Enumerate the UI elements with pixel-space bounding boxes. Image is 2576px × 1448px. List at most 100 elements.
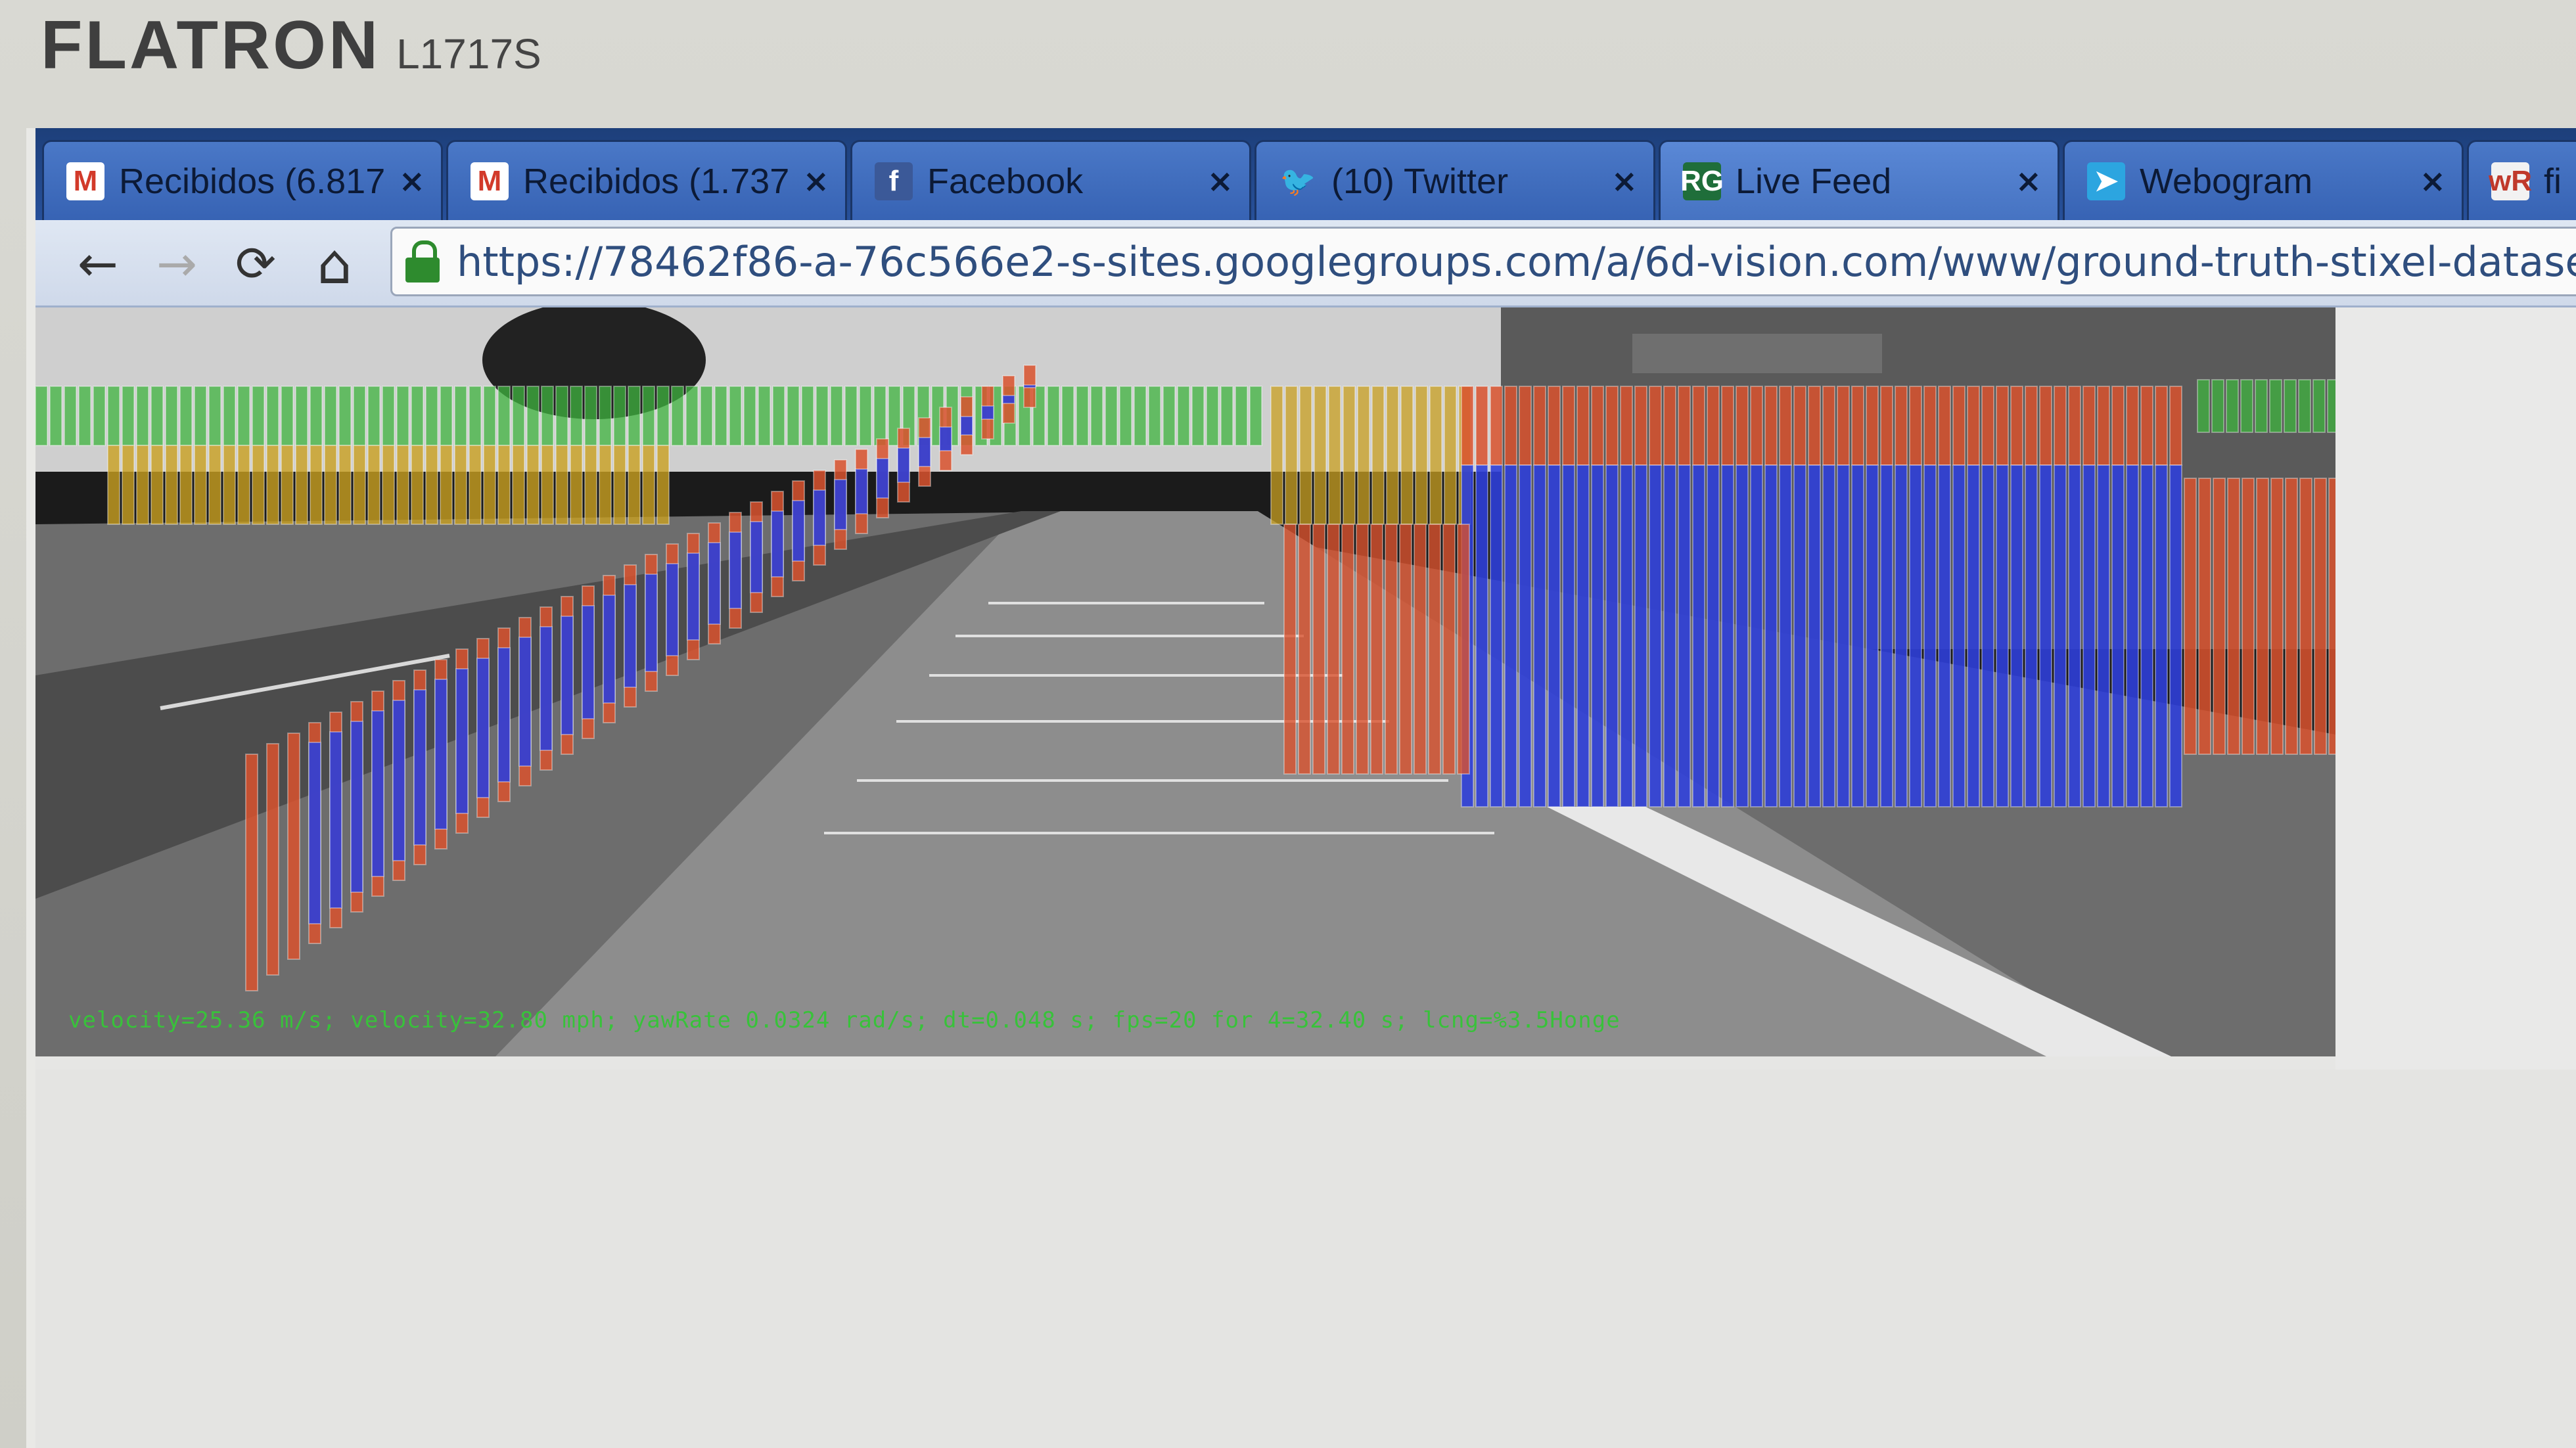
stixel-bar bbox=[1191, 386, 1205, 446]
stixel-bar bbox=[237, 386, 250, 446]
stixel-bar bbox=[2328, 478, 2335, 755]
stixel-bar bbox=[2140, 386, 2153, 466]
stixel-bar bbox=[1442, 524, 1456, 775]
tab-label: fi bbox=[2544, 161, 2562, 201]
stixel-bar bbox=[2227, 478, 2240, 755]
stixel-bar bbox=[367, 386, 380, 446]
tab-close-icon[interactable]: × bbox=[1207, 163, 1233, 200]
stixel-bar bbox=[1707, 464, 1720, 807]
stixel-bar bbox=[1649, 464, 1662, 807]
stixel-bar bbox=[555, 445, 568, 525]
stixel-bar bbox=[2255, 379, 2268, 433]
stixel-bar bbox=[1591, 464, 1604, 807]
stixel-bar bbox=[2213, 478, 2226, 755]
stixel-bar bbox=[844, 386, 858, 446]
stixel-bar bbox=[476, 658, 490, 798]
tab-label: Webogram bbox=[2140, 161, 2313, 201]
tab-close-icon[interactable]: × bbox=[399, 163, 425, 200]
stixel-bar bbox=[165, 386, 178, 446]
stixel-bar bbox=[1475, 386, 1488, 466]
stixel-bar bbox=[873, 386, 886, 446]
stixel-bar bbox=[35, 386, 48, 446]
stixel-bar bbox=[425, 445, 438, 525]
url-text[interactable]: https://78462f86-a-76c566e2-s-sites.goog… bbox=[457, 238, 2576, 286]
stixel-bar bbox=[295, 386, 308, 446]
forward-button[interactable]: → bbox=[147, 235, 206, 294]
stixel-bar bbox=[1399, 524, 1412, 775]
tab-close-icon[interactable]: × bbox=[2015, 163, 2042, 200]
stixel-bar bbox=[2054, 464, 2067, 807]
stixel-bar bbox=[1328, 386, 1341, 525]
stixel-bar bbox=[512, 445, 525, 525]
stixel-bar bbox=[2010, 464, 2023, 807]
home-button[interactable]: ⌂ bbox=[305, 232, 364, 296]
stixel-bar bbox=[396, 445, 409, 525]
browser-window: M Recibidos (6.817 × M Recibidos (1.737 … bbox=[35, 128, 2576, 1448]
stixel-bar bbox=[1385, 524, 1398, 775]
monitor-brand-name: FLATRON bbox=[41, 7, 381, 83]
stixel-bar bbox=[2068, 386, 2081, 466]
reload-button[interactable]: ⟳ bbox=[226, 235, 285, 294]
stixel-bar bbox=[599, 445, 612, 525]
stixel-bar bbox=[1967, 464, 1980, 807]
stixel-bar bbox=[1220, 386, 1233, 446]
tab-twitter[interactable]: 🐦 (10) Twitter × bbox=[1254, 140, 1655, 220]
stixel-bar bbox=[801, 386, 814, 446]
tab-facebook[interactable]: f Facebook × bbox=[850, 140, 1251, 220]
twitter-icon: 🐦 bbox=[1279, 165, 1316, 198]
stixel-bar bbox=[237, 445, 250, 525]
tab-webogram[interactable]: ➤ Webogram × bbox=[2063, 140, 2464, 220]
stixel-bar bbox=[2240, 379, 2253, 433]
stixel-bar bbox=[628, 445, 641, 525]
stixel-bar bbox=[497, 647, 511, 782]
tab-gmail-2[interactable]: M Recibidos (1.737 × bbox=[446, 140, 847, 220]
tab-wordreference[interactable]: wR fi bbox=[2467, 140, 2576, 220]
stixel-bar bbox=[2314, 478, 2327, 755]
facebook-icon: f bbox=[875, 162, 913, 200]
stixel-bar bbox=[671, 386, 684, 446]
stixel-bar bbox=[1047, 386, 1060, 446]
address-bar[interactable]: https://78462f86-a-76c566e2-s-sites.goog… bbox=[390, 227, 2576, 296]
stixel-bar bbox=[1461, 386, 1474, 466]
stixel-bar bbox=[1779, 464, 1792, 807]
lock-icon bbox=[405, 240, 440, 283]
stixel-bar bbox=[1605, 386, 1619, 466]
tab-gmail-1[interactable]: M Recibidos (6.817 × bbox=[42, 140, 443, 220]
stixel-bar bbox=[308, 742, 321, 924]
stixel-bar bbox=[541, 386, 554, 446]
stixel-bar bbox=[1270, 386, 1283, 525]
stixel-bar bbox=[2111, 464, 2125, 807]
tab-label: Recibidos (6.817 bbox=[119, 161, 386, 201]
stixel-bar bbox=[1678, 386, 1691, 466]
stixel-bar bbox=[1866, 386, 1879, 466]
stixel-bar bbox=[107, 386, 120, 446]
stixel-bar bbox=[2155, 464, 2168, 807]
stixel-bar bbox=[281, 386, 294, 446]
stixel-bar bbox=[266, 386, 279, 446]
stixel-bar bbox=[1663, 464, 1676, 807]
stixel-bar bbox=[1148, 386, 1161, 446]
stixel-bar bbox=[223, 386, 236, 446]
stixel-bar bbox=[876, 458, 889, 499]
page-blank-area bbox=[35, 1070, 2576, 1448]
stixel-bar bbox=[2298, 379, 2311, 433]
tab-close-icon[interactable]: × bbox=[1611, 163, 1638, 200]
stixel-bar bbox=[1764, 464, 1778, 807]
tab-live-feed[interactable]: RG Live Feed × bbox=[1659, 140, 2059, 220]
stixel-bar bbox=[1692, 464, 1705, 807]
stixel-bar bbox=[1866, 464, 1879, 807]
stixel-bar bbox=[2242, 478, 2255, 755]
tab-close-icon[interactable]: × bbox=[2420, 163, 2446, 200]
stixel-bar bbox=[454, 386, 467, 446]
stixel-bar bbox=[1415, 386, 1428, 525]
stixel-bar bbox=[700, 386, 713, 446]
tab-strip: M Recibidos (6.817 × M Recibidos (1.737 … bbox=[35, 128, 2576, 220]
stixel-bar bbox=[440, 386, 453, 446]
stixel-bar bbox=[555, 386, 568, 446]
stixel-bar bbox=[266, 743, 279, 976]
stixel-bar bbox=[2126, 386, 2139, 466]
back-button[interactable]: ← bbox=[68, 235, 127, 294]
tab-close-icon[interactable]: × bbox=[803, 163, 829, 200]
stixel-bar bbox=[371, 710, 384, 877]
stixel-bar bbox=[729, 532, 742, 609]
